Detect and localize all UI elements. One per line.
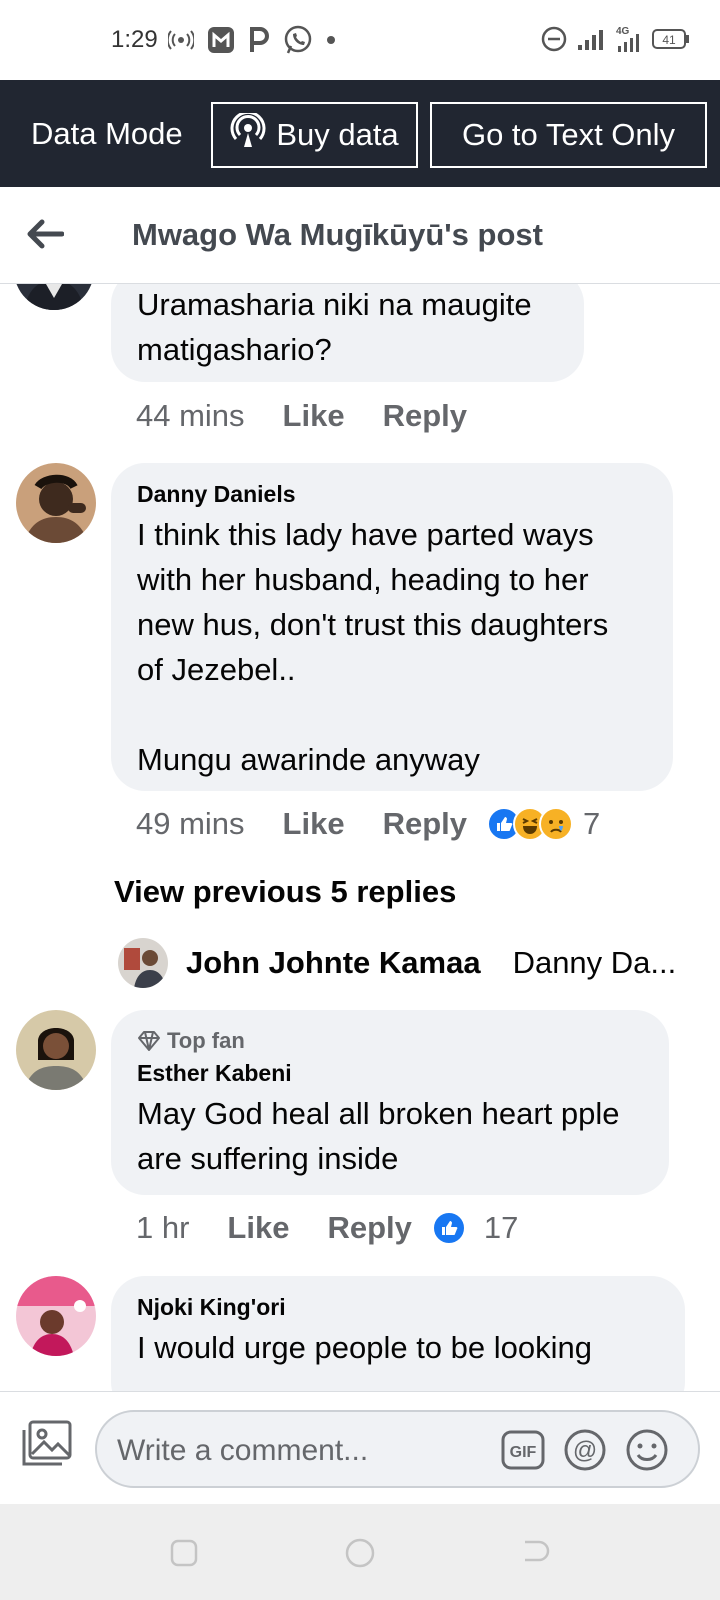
gif-button[interactable]: GIF [501, 1428, 545, 1472]
like-button[interactable]: Like [227, 1210, 289, 1246]
status-time: 1:29 [111, 26, 158, 53]
data-mode-bar: Data Mode Buy data Go to Text Only [0, 80, 720, 187]
comment-text: May God heal all broken heart pple are s… [137, 1096, 620, 1176]
comment-composer: Write a comment... GIF @ [0, 1391, 720, 1504]
comment-time[interactable]: 1 hr [136, 1210, 189, 1246]
reactions-summary[interactable]: 17 [431, 1210, 519, 1246]
emoji-button[interactable] [625, 1428, 669, 1472]
mention-button[interactable]: @ [563, 1428, 607, 1472]
comment-author[interactable]: Njoki King'ori [137, 1294, 659, 1321]
reply-button[interactable]: Reply [383, 398, 467, 434]
like-reaction-icon [431, 1211, 466, 1245]
comment-bubble[interactable]: Danny Daniels I think this lady have par… [111, 463, 673, 791]
broadcast-icon [230, 110, 266, 157]
app-notification-icon [206, 25, 236, 55]
more-notifications-dot-icon [326, 35, 336, 45]
notification-icons [168, 24, 336, 56]
go-to-text-only-button[interactable]: Go to Text Only [430, 102, 707, 168]
recents-button[interactable] [168, 1537, 200, 1569]
network-4g-icon: 4G [614, 24, 644, 54]
buy-data-button[interactable]: Buy data [211, 102, 418, 168]
comment-actions: 1 hr Like Reply 17 [136, 1210, 518, 1246]
view-previous-replies-link[interactable]: View previous 5 replies [114, 874, 456, 910]
comment-time[interactable]: 44 mins [136, 398, 245, 434]
mention-icon: @ [564, 1429, 606, 1471]
gif-icon: GIF [501, 1430, 545, 1470]
whatsapp-icon [282, 24, 314, 56]
diamond-icon [138, 1031, 160, 1051]
comments-feed[interactable]: Uramasharia niki na maugite matigashario… [0, 284, 720, 1391]
comment-time[interactable]: 49 mins [136, 806, 245, 842]
comment-input[interactable]: Write a comment... GIF @ [95, 1410, 700, 1488]
commenter-avatar[interactable] [16, 463, 96, 543]
data-mode-label: Data Mode [31, 116, 183, 151]
reply-avatar[interactable] [118, 938, 168, 988]
commenter-avatar[interactable] [16, 1010, 96, 1090]
buy-data-label: Buy data [276, 117, 399, 152]
reply-preview[interactable]: John Johnte Kamaa Danny Da... [118, 938, 676, 988]
do-not-disturb-icon [540, 25, 568, 53]
comment-text: I would urge people to be looking [137, 1330, 592, 1365]
reply-button[interactable]: Reply [383, 806, 467, 842]
back-arrow-icon [27, 219, 64, 249]
recents-icon [170, 1539, 198, 1567]
svg-text:@: @ [573, 1437, 597, 1464]
home-icon [345, 1538, 375, 1568]
svg-text:4G: 4G [616, 26, 630, 37]
battery-icon: 41 [652, 28, 690, 50]
home-button[interactable] [344, 1537, 376, 1569]
page-title: Mwago Wa Mugīkūyū's post [132, 217, 543, 252]
status-bar: 1:29 4G 41 [0, 0, 720, 80]
reply-button[interactable]: Reply [327, 1210, 411, 1246]
comment-bubble[interactable]: Njoki King'ori I would urge people to be… [111, 1276, 685, 1391]
commenter-avatar[interactable] [16, 1276, 96, 1356]
system-navigation-bar [0, 1504, 720, 1600]
comment-author[interactable]: Danny Daniels [137, 481, 647, 508]
page-header: Mwago Wa Mugīkūyū's post [0, 187, 720, 284]
like-button[interactable]: Like [283, 806, 345, 842]
comment-text: Uramasharia niki na maugite matigashario… [137, 287, 532, 367]
reaction-count: 17 [483, 1210, 519, 1245]
top-fan-badge: Top fan [137, 1028, 643, 1054]
comment-placeholder: Write a comment... [117, 1434, 369, 1467]
reactions-summary[interactable]: 7 [487, 806, 600, 842]
comment-author[interactable]: Esther Kabeni [137, 1060, 643, 1087]
back-nav-icon [525, 1540, 550, 1562]
reaction-count: 7 [583, 806, 601, 841]
svg-text:GIF: GIF [510, 1444, 537, 1461]
back-button[interactable] [26, 214, 70, 254]
battery-level: 41 [662, 33, 676, 47]
add-photo-button[interactable] [20, 1416, 74, 1470]
back-nav-button[interactable] [520, 1537, 552, 1569]
system-icons: 4G 41 [540, 24, 690, 54]
reply-snippet: Danny Da... [512, 945, 677, 980]
comment-actions: 44 mins Like Reply [136, 398, 505, 434]
comment-actions: 49 mins Like Reply 7 [136, 806, 600, 842]
comment-text: I think this lady have parted ways with … [137, 517, 609, 777]
like-button[interactable]: Like [283, 398, 345, 434]
emoji-icon [626, 1429, 668, 1471]
commenter-avatar[interactable] [14, 284, 94, 310]
signal-icon [576, 27, 606, 51]
text-only-label: Go to Text Only [461, 117, 676, 152]
sad-reaction-icon [539, 807, 573, 841]
photo-icon [22, 1420, 72, 1466]
hotspot-icon [168, 29, 194, 51]
p-app-icon [248, 26, 270, 54]
badge-label: Top fan [167, 1028, 245, 1053]
reply-author: John Johnte Kamaa [186, 945, 481, 980]
comment-bubble[interactable]: Top fan Esther Kabeni May God heal all b… [111, 1010, 669, 1195]
comment-bubble[interactable]: Uramasharia niki na maugite matigashario… [111, 284, 584, 382]
